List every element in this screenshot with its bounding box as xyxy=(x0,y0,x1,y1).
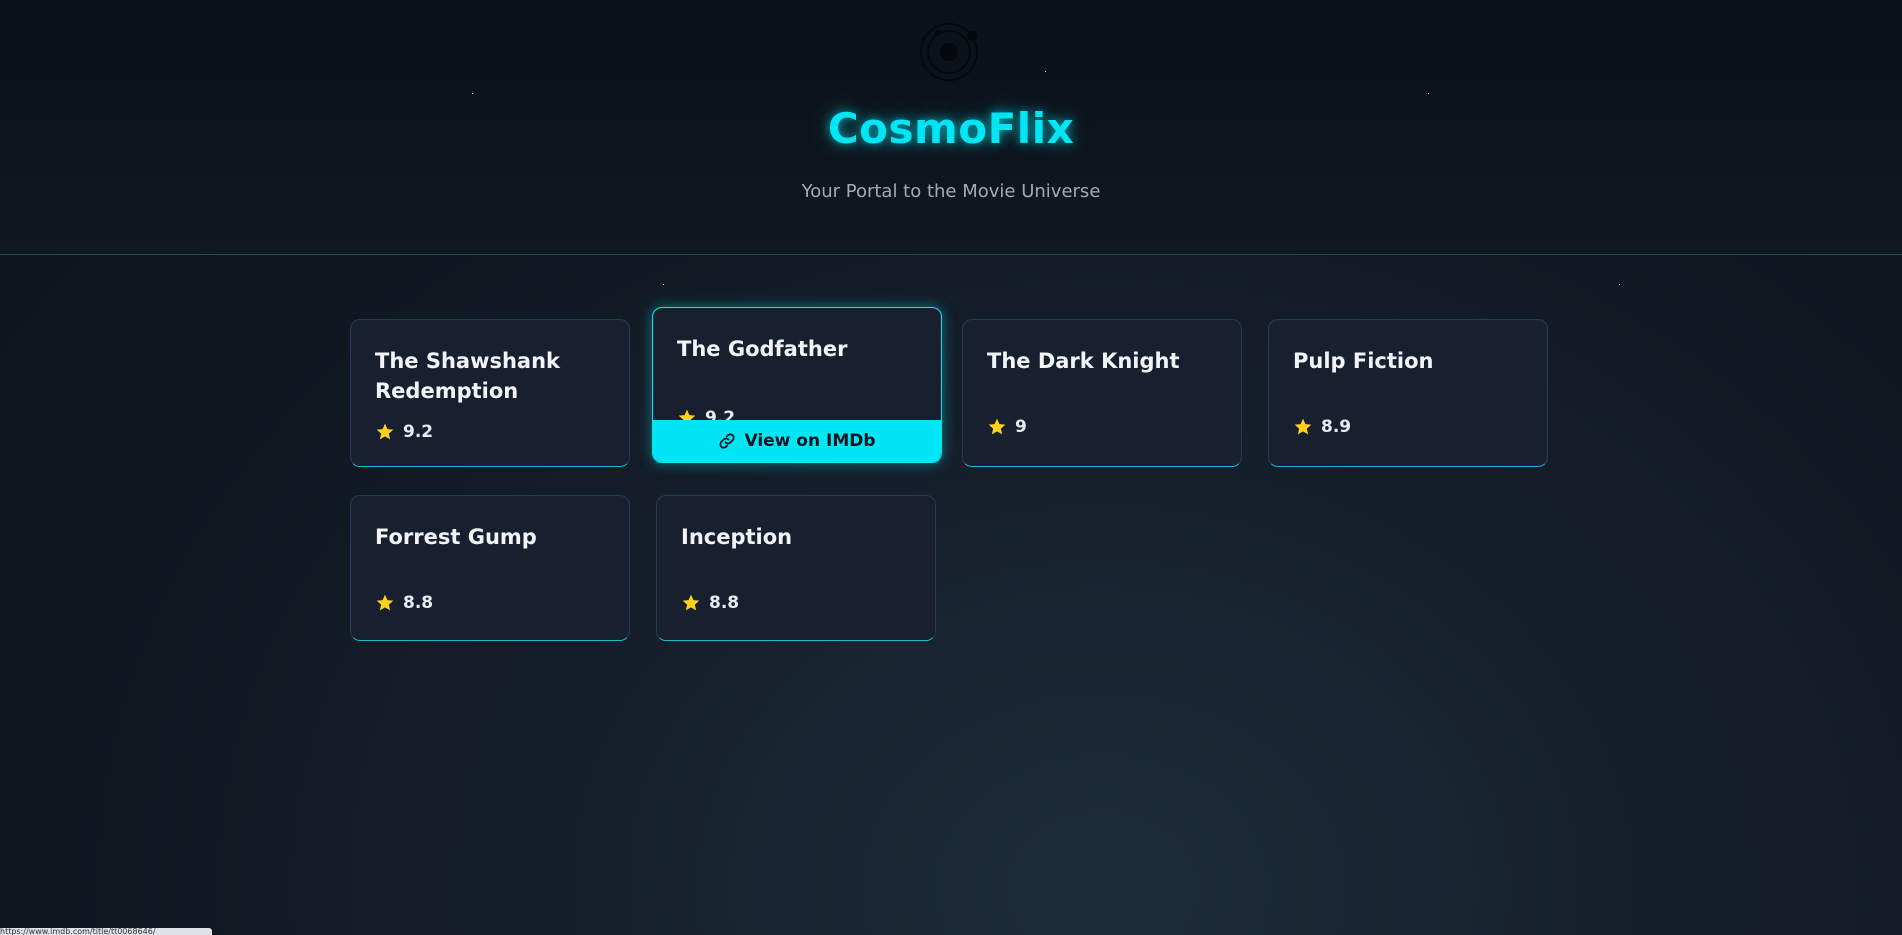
view-on-imdb-label: View on IMDb xyxy=(744,431,876,451)
movie-rating: 8.8 xyxy=(375,593,433,613)
movie-card[interactable]: Forrest Gump 8.8 xyxy=(350,495,630,641)
background-star xyxy=(1619,284,1620,285)
movie-title: The Shawshank Redemption xyxy=(375,349,561,403)
movie-rating: 8.8 xyxy=(681,593,739,613)
site-header: CosmoFlix Your Portal to the Movie Unive… xyxy=(0,0,1902,255)
orbit-logo-icon xyxy=(920,23,978,81)
rating-value: 9 xyxy=(1015,417,1027,437)
background-star xyxy=(663,284,664,285)
star-icon xyxy=(376,594,394,611)
movie-rating: 9 xyxy=(987,417,1027,437)
movie-rating: 8.9 xyxy=(1293,417,1351,437)
movie-title: Forrest Gump xyxy=(375,525,537,549)
movie-title: Inception xyxy=(681,525,793,549)
star-icon xyxy=(988,418,1006,435)
status-bar-url: https://www.imdb.com/title/tt0068646/ xyxy=(0,928,212,935)
star-icon xyxy=(376,423,394,440)
movie-rating: 9.2 xyxy=(375,422,433,442)
view-on-imdb-button[interactable]: View on IMDb xyxy=(653,420,941,462)
background-star xyxy=(1428,93,1429,94)
movie-card[interactable]: The Shawshank Redemption 9.2 xyxy=(350,319,630,467)
rating-value: 9.2 xyxy=(403,422,434,442)
star-icon xyxy=(682,594,700,611)
star-icon xyxy=(1294,418,1312,435)
movie-card[interactable]: The Godfather 9.2 View on IMDb xyxy=(652,307,942,463)
movie-card[interactable]: Inception 8.8 xyxy=(656,495,936,641)
movie-title: Pulp Fiction xyxy=(1293,349,1434,373)
background-star xyxy=(472,93,473,94)
site-tagline: Your Portal to the Movie Universe xyxy=(801,181,1101,202)
movie-title: The Godfather xyxy=(677,337,848,361)
site-title: CosmoFlix xyxy=(827,104,1075,153)
link-icon xyxy=(719,433,736,449)
rating-value: 8.8 xyxy=(403,593,434,613)
rating-value: 8.8 xyxy=(709,593,740,613)
rating-value: 8.9 xyxy=(1321,417,1352,437)
movie-title: The Dark Knight xyxy=(987,349,1180,373)
movie-card[interactable]: Pulp Fiction 8.9 xyxy=(1268,319,1548,467)
movie-card[interactable]: The Dark Knight 9 xyxy=(962,319,1242,467)
background-star xyxy=(1045,71,1046,72)
